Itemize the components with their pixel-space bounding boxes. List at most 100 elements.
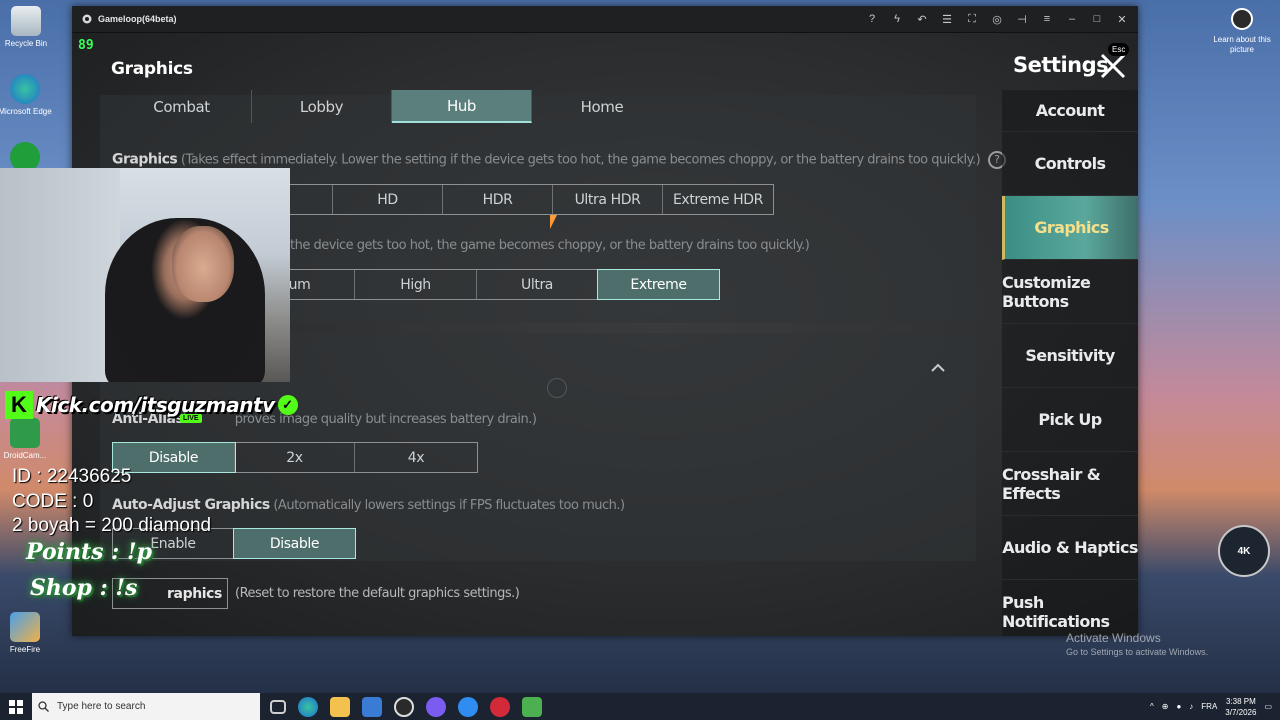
taskbar-search[interactable]: Type here to search	[32, 693, 260, 720]
sidebar-item-graphics[interactable]: Graphics	[1002, 196, 1138, 260]
android-icon[interactable]	[522, 696, 542, 717]
chevron-up-tray-icon[interactable]: ^	[1150, 702, 1154, 711]
taskbar: Type here to search ^ ⊕ ● ♪ FRA 3:38 PM …	[0, 693, 1280, 720]
edge-taskbar-icon[interactable]	[298, 696, 318, 717]
lang-indicator[interactable]: FRA	[1201, 702, 1217, 711]
frame-rate-selector: dium High Ultra Extreme	[232, 269, 720, 300]
t-app-icon[interactable]	[490, 696, 510, 717]
overlay-code: CODE : 0	[12, 491, 94, 512]
clock-date: 3/7/2026	[1225, 707, 1257, 717]
undo-icon[interactable]: ↶	[916, 13, 928, 26]
tab-lobby[interactable]: Lobby	[252, 90, 392, 123]
overlay-shop: Shop : !s	[30, 575, 138, 601]
hamburger-icon[interactable]: ≡	[1041, 13, 1053, 26]
maximize-icon[interactable]: □	[1091, 13, 1103, 26]
kick-logo-icon: K	[5, 391, 33, 419]
auto-option-disable[interactable]: Disable	[233, 528, 356, 559]
verified-check-icon: ✓	[277, 395, 298, 415]
system-tray: ^ ⊕ ● ♪ FRA 3:38 PM 3/7/2026 ▭	[1150, 696, 1280, 718]
kick-url: Kick.com/itsguzmantv	[36, 393, 275, 417]
activate-title: Activate Windows	[1066, 631, 1161, 645]
obs-icon[interactable]	[394, 696, 414, 717]
page-title: Graphics	[111, 59, 193, 79]
loading-ring-icon	[547, 378, 567, 398]
activate-windows-watermark: Activate Windows Go to Settings to activ…	[1066, 631, 1208, 657]
close-icon[interactable]: ✕	[1116, 13, 1128, 26]
volume-icon[interactable]: ♪	[1189, 702, 1193, 711]
graphics-quality-selector: ed HD HDR Ultra HDR Extreme HDR	[222, 184, 774, 215]
notifications-icon[interactable]: ▭	[1264, 702, 1272, 711]
taskbar-apps	[270, 696, 542, 717]
fullscreen-icon[interactable]: ⛶	[966, 13, 978, 26]
window-titlebar[interactable]: Gameloop(64beta) ? ϟ ↶ ☰ ⛶ ◎ ⊣ ≡ – □ ✕	[72, 6, 1138, 33]
anti-aliasing-selector: Disable 2x 4x	[112, 442, 478, 473]
tab-home[interactable]: Home	[532, 90, 672, 123]
minimize-icon[interactable]: –	[1066, 13, 1078, 26]
file-explorer-icon[interactable]	[330, 696, 350, 717]
graphics-option-ultra-hdr[interactable]: Ultra HDR	[553, 185, 663, 214]
sidebar-item-controls[interactable]: Controls	[1002, 132, 1138, 196]
sidebar-item-push-notifications[interactable]: Push Notifications	[1002, 580, 1138, 636]
edge-icon	[10, 74, 40, 104]
settings-icon[interactable]: ◎	[991, 13, 1003, 26]
camera-icon	[1231, 8, 1253, 30]
task-view-icon[interactable]	[270, 699, 286, 714]
graphics-quality-label: Graphics (Takes effect immediately. Lowe…	[112, 151, 1006, 169]
chevron-up-icon[interactable]	[930, 360, 946, 376]
recycle-bin-icon	[11, 6, 41, 36]
gameloop-logo-icon	[82, 14, 92, 24]
network-icon[interactable]: ⊕	[1162, 702, 1169, 711]
pin-icon[interactable]: ⊣	[1016, 13, 1028, 26]
desktop-icon-droidcam[interactable]: DroidCam...	[0, 418, 53, 461]
sidebar-item-audio-haptics[interactable]: Audio & Haptics	[1002, 516, 1138, 580]
clock[interactable]: 3:38 PM 3/7/2026	[1225, 696, 1256, 718]
frame-option-extreme[interactable]: Extreme	[597, 269, 720, 300]
desktop-icon-label: Recycle Bin	[4, 39, 48, 48]
microphone-icon[interactable]: ●	[1176, 702, 1181, 711]
menu-list-icon[interactable]: ☰	[941, 13, 953, 26]
window-controls: ? ϟ ↶ ☰ ⛶ ◎ ⊣ ≡ – □ ✕	[866, 13, 1128, 26]
settings-sidebar: Account Controls Graphics Customize Butt…	[1002, 90, 1138, 636]
sidebar-item-crosshair-effects[interactable]: Crosshair & Effects	[1002, 452, 1138, 516]
auto-label: Auto-Adjust Graphics	[112, 497, 270, 513]
tab-combat[interactable]: Combat	[112, 90, 252, 123]
graphics-option-hdr[interactable]: HDR	[443, 185, 553, 214]
graphics-option-hd[interactable]: HD	[333, 185, 443, 214]
droidcam-icon	[10, 418, 40, 448]
webcam-background	[0, 168, 120, 382]
sidebar-item-customize-buttons[interactable]: Customize Buttons	[1002, 260, 1138, 324]
aa-option-2x[interactable]: 2x	[235, 443, 355, 472]
overlay-points: Points : !p	[26, 539, 153, 565]
desktop-icon-freefire[interactable]: FreeFire	[0, 612, 53, 655]
start-button[interactable]	[0, 693, 32, 720]
channel-logo-badge: 4K	[1218, 525, 1270, 577]
aa-option-4x[interactable]: 4x	[355, 443, 477, 472]
tab-hub[interactable]: Hub	[392, 90, 532, 123]
learn-about-picture[interactable]: Learn about this picture	[1212, 8, 1272, 55]
webcam-overlay	[0, 168, 290, 382]
desktop-icon-label: FreeFire	[9, 645, 41, 654]
desktop-icon-edge[interactable]: Microsoft Edge	[0, 74, 53, 117]
store-icon[interactable]	[362, 696, 382, 717]
sidebar-item-pick-up[interactable]: Pick Up	[1002, 388, 1138, 452]
window-title: Gameloop(64beta)	[98, 14, 177, 24]
freefire-icon	[10, 612, 40, 642]
frame-option-high[interactable]: High	[355, 270, 477, 299]
overlay-boyah: 2 boyah = 200 diamond	[12, 515, 212, 536]
desktop-icon-recycle-bin[interactable]: Recycle Bin	[0, 6, 54, 49]
streamer-head	[172, 226, 234, 302]
sidebar-item-sensitivity[interactable]: Sensitivity	[1002, 324, 1138, 388]
help-icon[interactable]: ?	[866, 13, 878, 26]
auto-hint: (Automatically lowers settings if FPS fl…	[273, 498, 625, 513]
frame-rate-hint: the device gets too hot, the game become…	[290, 238, 810, 253]
graphics-option-extreme-hdr[interactable]: Extreme HDR	[663, 185, 773, 214]
windows-logo-icon	[9, 699, 23, 714]
sidebar-item-account[interactable]: Account	[1002, 90, 1138, 132]
bolt-icon[interactable]: ϟ	[891, 13, 903, 26]
desktop-icon-label: Microsoft Edge	[0, 107, 52, 116]
discord-icon[interactable]	[426, 696, 446, 717]
learn-about-label: Learn about this picture	[1213, 35, 1271, 54]
frame-option-ultra[interactable]: Ultra	[477, 270, 598, 299]
desktop-icon-label: DroidCam...	[3, 451, 47, 460]
gameloop-taskbar-icon[interactable]	[458, 696, 478, 717]
